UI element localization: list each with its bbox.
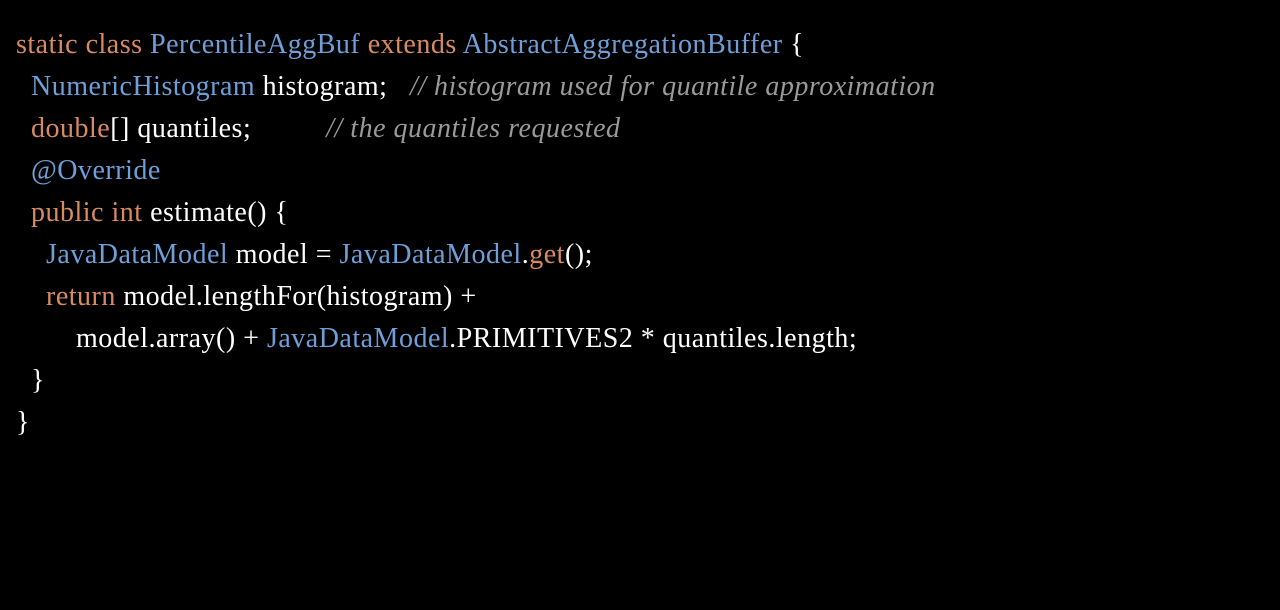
space — [78, 29, 86, 60]
type-percentileaggbuf: PercentileAggBuf — [150, 29, 360, 60]
type-javadatamodel-1: JavaDataModel — [46, 239, 228, 270]
comment-quantiles: // the quantiles requested — [326, 113, 620, 144]
keyword-return: return — [46, 281, 116, 312]
type-javadatamodel-2: JavaDataModel — [340, 239, 522, 270]
field-histogram: histogram; — [255, 71, 410, 102]
type-abstractaggregationbuffer: AbstractAggregationBuffer — [463, 29, 783, 60]
newline — [16, 281, 46, 312]
assign-model: model = — [228, 239, 339, 270]
type-numerichistogram: NumericHistogram — [31, 71, 255, 102]
method-signature-estimate: estimate() { — [143, 197, 289, 228]
expr-part-1: model.lengthFor(histogram) + — [116, 281, 477, 312]
keyword-extends: extends — [368, 29, 457, 60]
brace-open: { — [783, 29, 804, 60]
keyword-class: class — [86, 29, 143, 60]
newline — [16, 239, 46, 270]
call-close: (); — [565, 239, 593, 270]
comment-histogram: // histogram used for quantile approxima… — [410, 71, 936, 102]
newline — [16, 71, 31, 102]
annotation-override: @Override — [31, 155, 161, 186]
newline — [16, 155, 31, 186]
type-javadatamodel-3: JavaDataModel — [267, 323, 449, 354]
space — [360, 29, 368, 60]
newline — [16, 197, 31, 228]
keyword-int: int — [112, 197, 143, 228]
space — [104, 197, 112, 228]
brace-close-inner: } — [16, 365, 45, 396]
code-block: static class PercentileAggBuf extends Ab… — [0, 0, 1280, 460]
expr-part-3: .PRIMITIVES2 * quantiles.length; — [449, 323, 857, 354]
brace-close-outer: } — [16, 407, 30, 438]
space — [143, 29, 151, 60]
keyword-double: double — [31, 113, 110, 144]
keyword-public: public — [31, 197, 104, 228]
expr-part-2: model.array() + — [16, 323, 267, 354]
field-quantiles: [] quantiles; — [110, 113, 326, 144]
method-get: get — [529, 239, 565, 270]
keyword-static: static — [16, 29, 78, 60]
newline — [16, 113, 31, 144]
